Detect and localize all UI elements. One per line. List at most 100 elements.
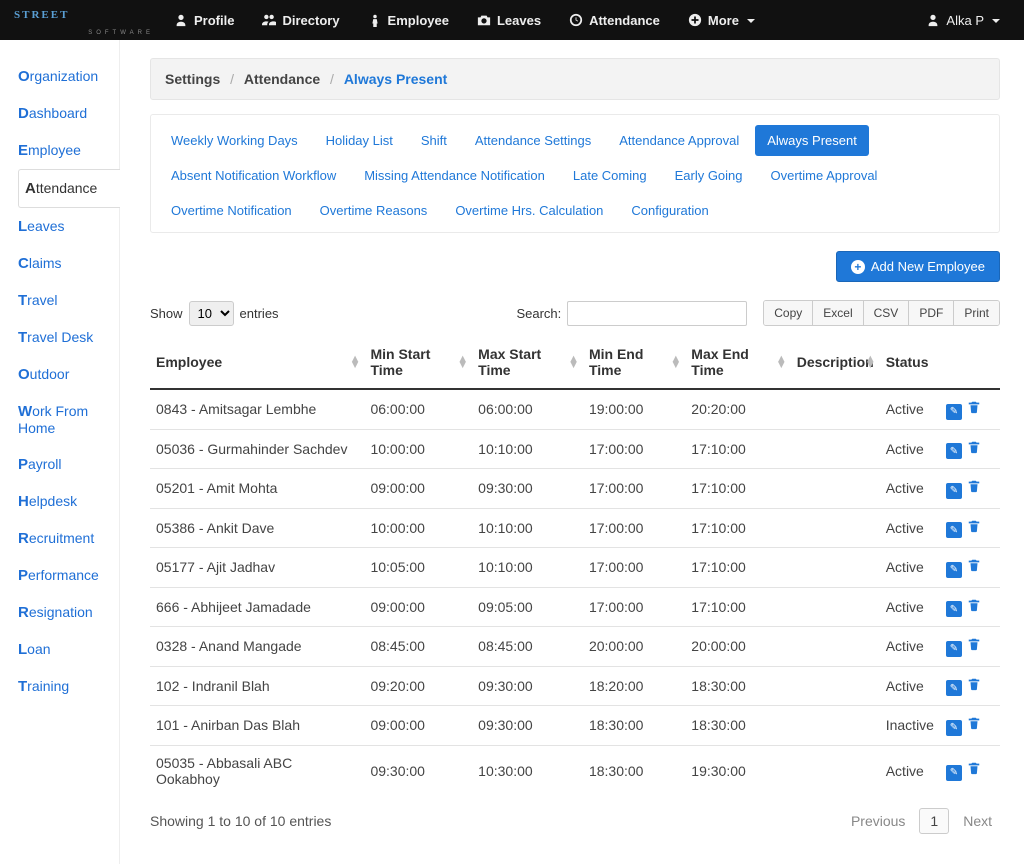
edit-icon[interactable]: ✎ xyxy=(946,443,962,459)
camera-icon xyxy=(477,13,491,27)
sidebar-item-loan[interactable]: Loan xyxy=(18,631,119,668)
table-cell: 09:20:00 xyxy=(364,666,472,706)
pill-overtime-notification[interactable]: Overtime Notification xyxy=(159,195,304,226)
sidebar-item-outdoor[interactable]: Outdoor xyxy=(18,356,119,393)
breadcrumb-item[interactable]: Attendance xyxy=(244,71,320,87)
table-cell: 09:00:00 xyxy=(364,587,472,627)
col-header[interactable]: Max Start Time▲▼ xyxy=(472,336,583,389)
delete-icon[interactable] xyxy=(966,676,982,692)
export-print-button[interactable]: Print xyxy=(953,301,999,325)
table-cell: 05035 - Abbasali ABC Ookabhoy xyxy=(150,745,364,796)
export-copy-button[interactable]: Copy xyxy=(764,301,812,325)
col-header[interactable]: Max End Time▲▼ xyxy=(685,336,790,389)
delete-icon[interactable] xyxy=(966,597,982,613)
col-header[interactable]: Status xyxy=(880,336,940,389)
edit-icon[interactable]: ✎ xyxy=(946,720,962,736)
pill-configuration[interactable]: Configuration xyxy=(619,195,720,226)
pill-overtime-approval[interactable]: Overtime Approval xyxy=(759,160,890,191)
table-cell: 08:45:00 xyxy=(364,627,472,667)
breadcrumb-sep: / xyxy=(224,71,240,87)
edit-icon[interactable]: ✎ xyxy=(946,562,962,578)
table-cell: 17:10:00 xyxy=(685,587,790,627)
nav-more[interactable]: More xyxy=(676,7,767,34)
pill-overtime-reasons[interactable]: Overtime Reasons xyxy=(308,195,440,226)
edit-icon[interactable]: ✎ xyxy=(946,765,962,781)
table-cell: Active xyxy=(880,627,940,667)
sidebar-item-recruitment[interactable]: Recruitment xyxy=(18,520,119,557)
sidebar-item-travel[interactable]: Travel xyxy=(18,282,119,319)
table-cell: 666 - Abhijeet Jamadade xyxy=(150,587,364,627)
sidebar-item-attendance[interactable]: Attendance xyxy=(18,169,120,208)
sidebar-item-work-from-home[interactable]: Work From Home xyxy=(18,393,119,446)
sidebar-item-payroll[interactable]: Payroll xyxy=(18,446,119,483)
page-number[interactable]: 1 xyxy=(919,808,949,834)
nav-attendance[interactable]: Attendance xyxy=(557,7,672,34)
table-row: 05177 - Ajit Jadhav10:05:0010:10:0017:00… xyxy=(150,548,1000,588)
nav-employee[interactable]: Employee xyxy=(356,7,461,34)
col-header[interactable]: Min Start Time▲▼ xyxy=(364,336,472,389)
user-menu[interactable]: Alka P xyxy=(916,7,1010,34)
pill-absent-notification-workflow[interactable]: Absent Notification Workflow xyxy=(159,160,348,191)
table-cell: 17:00:00 xyxy=(583,548,685,588)
delete-icon[interactable] xyxy=(966,760,982,776)
edit-icon[interactable]: ✎ xyxy=(946,522,962,538)
col-header[interactable]: Min End Time▲▼ xyxy=(583,336,685,389)
nav-directory[interactable]: Directory xyxy=(250,7,351,34)
pill-attendance-approval[interactable]: Attendance Approval xyxy=(607,125,751,156)
sidebar-item-travel-desk[interactable]: Travel Desk xyxy=(18,319,119,356)
delete-icon[interactable] xyxy=(966,399,982,415)
add-new-employee-button[interactable]: + Add New Employee xyxy=(836,251,1000,282)
next-page-button[interactable]: Next xyxy=(955,809,1000,833)
delete-icon[interactable] xyxy=(966,478,982,494)
table-cell: 0328 - Anand Mangade xyxy=(150,627,364,667)
nav-leaves[interactable]: Leaves xyxy=(465,7,553,34)
sidebar-item-helpdesk[interactable]: Helpdesk xyxy=(18,483,119,520)
pill-late-coming[interactable]: Late Coming xyxy=(561,160,659,191)
pill-weekly-working-days[interactable]: Weekly Working Days xyxy=(159,125,310,156)
sidebar-item-training[interactable]: Training xyxy=(18,668,119,705)
delete-icon[interactable] xyxy=(966,636,982,652)
row-actions: ✎ xyxy=(940,587,1000,627)
sidebar-item-employee[interactable]: Employee xyxy=(18,132,119,169)
pill-early-going[interactable]: Early Going xyxy=(663,160,755,191)
edit-icon[interactable]: ✎ xyxy=(946,404,962,420)
export-excel-button[interactable]: Excel xyxy=(812,301,862,325)
sidebar-item-claims[interactable]: Claims xyxy=(18,245,119,282)
edit-icon[interactable]: ✎ xyxy=(946,641,962,657)
export-pdf-button[interactable]: PDF xyxy=(908,301,953,325)
breadcrumb-item[interactable]: Settings xyxy=(165,71,220,87)
brand-text: STREET xyxy=(14,9,69,21)
edit-icon[interactable]: ✎ xyxy=(946,680,962,696)
table-cell: 10:00:00 xyxy=(364,508,472,548)
edit-icon[interactable]: ✎ xyxy=(946,601,962,617)
nav-profile[interactable]: Profile xyxy=(162,7,246,34)
delete-icon[interactable] xyxy=(966,439,982,455)
sidebar-item-organization[interactable]: Organization xyxy=(18,58,119,95)
pill-holiday-list[interactable]: Holiday List xyxy=(314,125,405,156)
col-header[interactable]: Employee▲▼ xyxy=(150,336,364,389)
search-input[interactable] xyxy=(567,301,747,326)
pill-missing-attendance-notification[interactable]: Missing Attendance Notification xyxy=(352,160,557,191)
pill-overtime-hrs-calculation[interactable]: Overtime Hrs. Calculation xyxy=(443,195,615,226)
sidebar-item-performance[interactable]: Performance xyxy=(18,557,119,594)
table-cell xyxy=(791,389,880,429)
table-cell: 19:00:00 xyxy=(583,389,685,429)
col-header[interactable]: Description▲▼ xyxy=(791,336,880,389)
person-icon xyxy=(368,13,382,27)
table-cell: 17:00:00 xyxy=(583,508,685,548)
table-cell: 05036 - Gurmahinder Sachdev xyxy=(150,429,364,469)
delete-icon[interactable] xyxy=(966,557,982,573)
pill-attendance-settings[interactable]: Attendance Settings xyxy=(463,125,603,156)
page-size-select[interactable]: 10 xyxy=(189,301,234,326)
pill-shift[interactable]: Shift xyxy=(409,125,459,156)
pill-always-present[interactable]: Always Present xyxy=(755,125,869,156)
table-cell: 19:30:00 xyxy=(685,745,790,796)
sidebar-item-dashboard[interactable]: Dashboard xyxy=(18,95,119,132)
delete-icon[interactable] xyxy=(966,518,982,534)
export-csv-button[interactable]: CSV xyxy=(863,301,909,325)
sidebar-item-resignation[interactable]: Resignation xyxy=(18,594,119,631)
sidebar-item-leaves[interactable]: Leaves xyxy=(18,208,119,245)
delete-icon[interactable] xyxy=(966,715,982,731)
prev-page-button[interactable]: Previous xyxy=(843,809,913,833)
edit-icon[interactable]: ✎ xyxy=(946,483,962,499)
